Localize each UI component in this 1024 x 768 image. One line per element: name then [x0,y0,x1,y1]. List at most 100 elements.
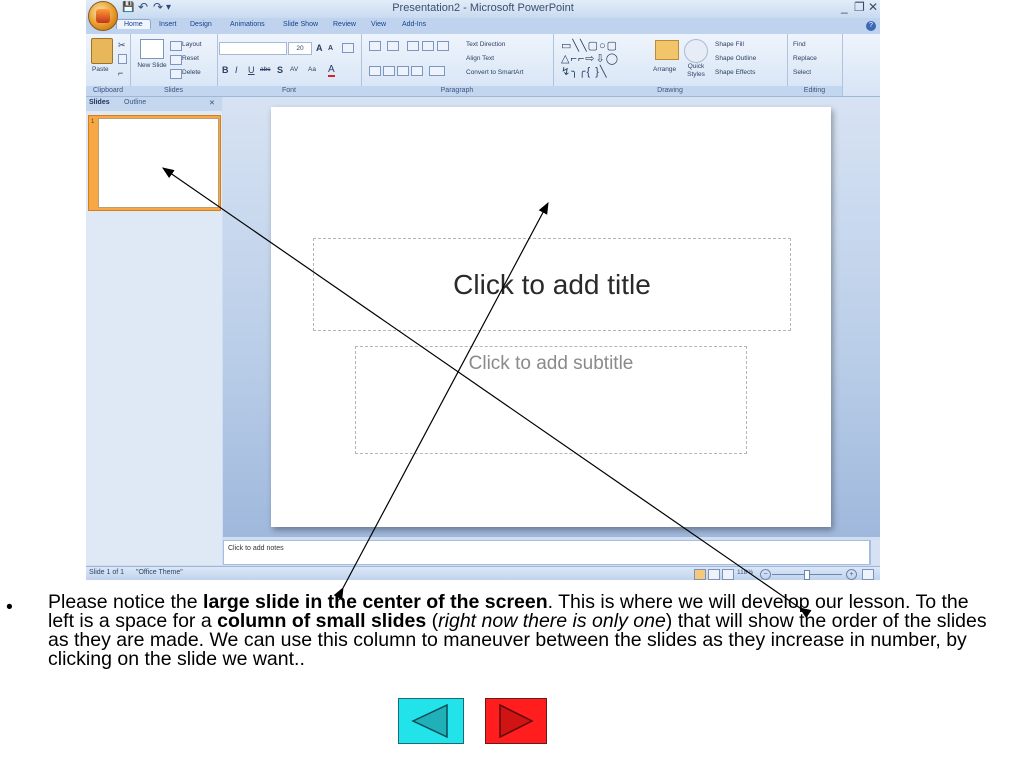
tab-insert[interactable]: Insert [159,21,177,28]
tab-view[interactable]: View [371,21,386,28]
find-button[interactable]: Find [793,41,806,48]
bullet-icon: • [6,596,13,618]
pane-close-button[interactable]: ✕ [209,99,215,107]
paragraph-group-label: Paragraph [361,86,553,96]
arrange-icon[interactable] [655,40,679,60]
select-button[interactable]: Select [793,69,811,76]
slideshow-view-icon[interactable] [722,569,734,580]
minimize-button[interactable]: _ [841,0,848,14]
clear-formatting-icon[interactable] [342,43,354,53]
zoom-in-icon[interactable]: + [846,569,857,580]
strikethrough-button[interactable]: abc [260,66,270,73]
title-placeholder[interactable]: Click to add title [313,238,791,331]
quick-styles-button[interactable]: Quick Styles [683,63,709,79]
tab-slide-show[interactable]: Slide Show [283,21,318,28]
save-icon[interactable]: 💾 [122,2,134,13]
slides-pane: Slides Outline ✕ 1 [86,97,222,565]
bold-button[interactable]: B [222,65,229,75]
italic-button[interactable]: I [235,65,238,75]
decrease-indent-icon[interactable] [407,41,419,51]
quick-styles-icon[interactable] [684,39,708,63]
title-bar: Presentation2 - Microsoft PowerPoint 💾 ↶… [86,0,880,18]
zoom-level: 118% [737,569,754,576]
slide-sorter-icon[interactable] [708,569,720,580]
arrange-button[interactable]: Arrange [653,66,676,73]
change-case-button[interactable]: Aa [308,66,316,73]
convert-smartart-button[interactable]: Convert to SmartArt [466,69,523,76]
justify-icon[interactable] [411,66,423,76]
fit-to-window-icon[interactable] [862,569,874,580]
shape-effects-button[interactable]: Shape Effects [715,69,755,76]
notes-scrollbar[interactable] [870,540,880,565]
paragraph-group: Text Direction Align Text Convert to Sma… [361,34,554,96]
line-spacing-icon[interactable] [437,41,449,51]
reset-button[interactable]: Reset [182,55,199,62]
main-slide[interactable]: Click to add title Click to add subtitle [271,107,831,527]
forward-arrow-icon [499,703,534,739]
shrink-font-icon[interactable]: A [328,45,333,52]
qat-customize-icon[interactable]: ▾ [166,2,171,13]
ribbon: Paste ✂ ⌐ Clipboard New Slide Layout Res… [86,34,880,97]
numbering-icon[interactable] [387,41,399,51]
grow-font-icon[interactable]: A [316,43,323,53]
tab-slides[interactable]: Slides [89,99,110,106]
tab-review[interactable]: Review [333,21,356,28]
reset-icon[interactable] [170,55,182,65]
slide-counter: Slide 1 of 1 [89,569,125,576]
tab-outline[interactable]: Outline [124,99,146,106]
normal-view-icon[interactable] [694,569,706,580]
paste-button[interactable]: Paste [92,66,109,73]
shapes-gallery[interactable]: ▭╲╲▢○▢ △⌐⌐⇨⇩◯ ↯╮╭{ }╲ [561,40,649,80]
powerpoint-window: Presentation2 - Microsoft PowerPoint 💾 ↶… [86,0,880,580]
office-logo-icon [96,9,110,23]
copy-icon[interactable] [118,54,127,64]
delete-icon[interactable] [170,69,182,79]
drawing-group: ▭╲╲▢○▢ △⌐⌐⇨⇩◯ ↯╮╭{ }╲ Arrange Quick Styles… [553,34,788,96]
layout-button[interactable]: Layout [182,41,202,48]
back-button[interactable] [398,698,464,744]
underline-button[interactable]: U [248,65,255,75]
clipboard-group-label: Clipboard [86,86,130,96]
align-right-icon[interactable] [397,66,409,76]
notes-pane[interactable]: Click to add notes [223,540,870,565]
align-center-icon[interactable] [383,66,395,76]
tab-add-ins[interactable]: Add-Ins [402,21,426,28]
new-slide-icon[interactable] [140,39,164,59]
redo-icon[interactable]: ↷ [153,0,163,14]
replace-button[interactable]: Replace [793,55,817,62]
shape-outline-button[interactable]: Shape Outline [715,55,756,62]
layout-icon[interactable] [170,41,182,51]
delete-button[interactable]: Delete [182,69,201,76]
zoom-out-icon[interactable]: − [760,569,771,580]
slide-thumbnail[interactable]: 1 [88,115,221,211]
close-button[interactable]: ✕ [868,0,878,14]
restore-button[interactable]: ❐ [854,0,865,14]
font-color-button[interactable]: A [328,64,335,77]
office-button[interactable] [88,1,118,31]
paste-icon[interactable] [91,38,113,64]
new-slide-button[interactable]: New Slide [136,62,168,70]
tab-animations[interactable]: Animations [230,21,265,28]
align-text-button[interactable]: Align Text [466,55,494,62]
undo-icon[interactable]: ↶ [138,0,148,14]
increase-indent-icon[interactable] [422,41,434,51]
shadow-button[interactable]: S [277,65,283,75]
text-direction-button[interactable]: Text Direction [466,41,505,48]
zoom-slider-thumb[interactable] [804,570,810,580]
status-bar: Slide 1 of 1 "Office Theme" 118% − + [86,566,880,580]
columns-icon[interactable] [429,66,445,76]
shape-fill-button[interactable]: Shape Fill [715,41,744,48]
font-size-box[interactable]: 20 [288,42,312,55]
font-name-box[interactable] [219,42,287,55]
tab-design[interactable]: Design [190,21,212,28]
forward-button[interactable] [485,698,547,744]
subtitle-placeholder[interactable]: Click to add subtitle [355,346,747,454]
ribbon-tabs: Home Insert Design Animations Slide Show… [86,18,880,34]
cut-icon[interactable]: ✂ [118,40,126,51]
align-left-icon[interactable] [369,66,381,76]
format-painter-icon[interactable]: ⌐ [118,68,123,78]
help-icon[interactable]: ? [866,21,876,31]
char-spacing-button[interactable]: AV [290,66,298,73]
bullets-icon[interactable] [369,41,381,51]
tab-home[interactable]: Home [116,19,151,29]
